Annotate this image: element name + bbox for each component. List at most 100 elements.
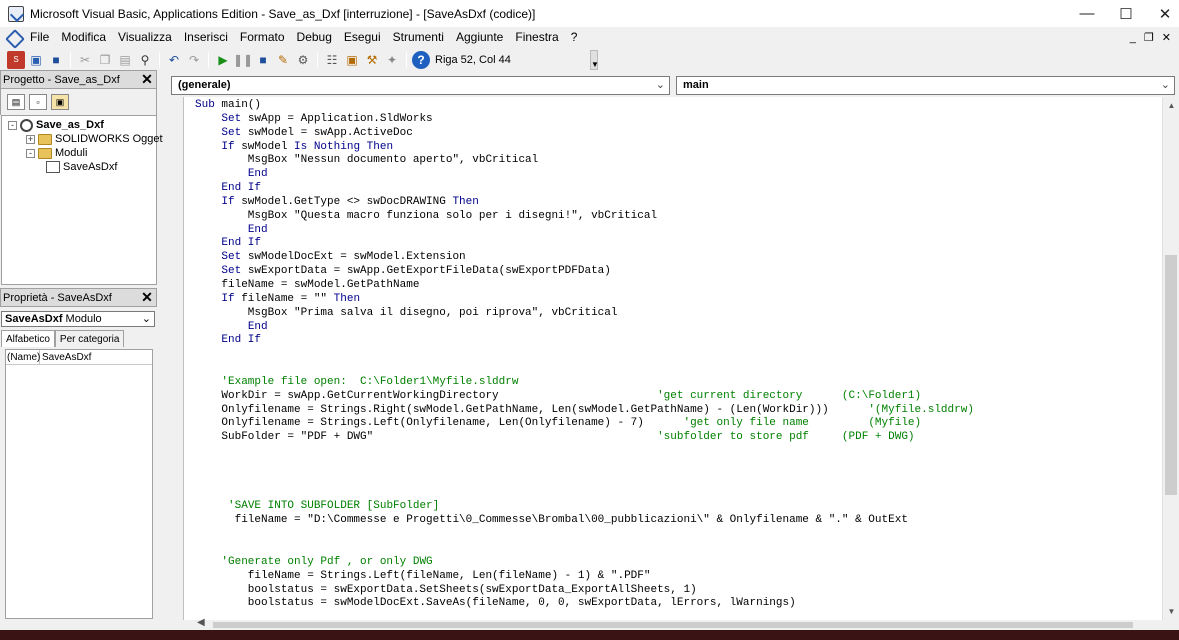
properties-window-icon[interactable]: ☷ bbox=[323, 51, 341, 69]
code-line[interactable]: fileName = swModel.GetPathName bbox=[195, 279, 974, 293]
copy-icon[interactable]: ❐ bbox=[96, 51, 114, 69]
find-icon[interactable]: ⚲ bbox=[136, 51, 154, 69]
menu-help[interactable]: ? bbox=[565, 27, 584, 48]
menu-debug[interactable]: Debug bbox=[291, 27, 338, 48]
code-window-icon[interactable] bbox=[6, 30, 22, 46]
menu-aggiunte[interactable]: Aggiunte bbox=[450, 27, 509, 48]
collapse-icon[interactable]: - bbox=[26, 148, 35, 158]
code-line[interactable]: boolstatus = swModelDocExt.SaveAs(fileNa… bbox=[195, 597, 974, 611]
code-line[interactable]: WorkDir = swApp.GetCurrentWorkingDirecto… bbox=[195, 390, 974, 404]
code-line[interactable]: boolstatus = swExportData.SetSheets(swEx… bbox=[195, 584, 974, 598]
menu-file[interactable]: File bbox=[24, 27, 55, 48]
menu-visualizza[interactable]: Visualizza bbox=[112, 27, 178, 48]
code-line[interactable] bbox=[195, 445, 974, 459]
scroll-down-icon[interactable]: ▼ bbox=[1163, 603, 1179, 620]
solidworks-icon[interactable]: S bbox=[7, 51, 25, 69]
menu-esegui[interactable]: Esegui bbox=[338, 27, 387, 48]
code-line[interactable]: 'Generate only Pdf , or only DWG bbox=[195, 556, 974, 570]
code-line[interactable]: Set swExportData = swApp.GetExportFileDa… bbox=[195, 265, 974, 279]
view-code-icon[interactable]: ▤ bbox=[7, 94, 25, 110]
toggle-folders-icon[interactable]: ▣ bbox=[51, 94, 69, 110]
mdi-minimize-icon[interactable]: _ bbox=[1130, 32, 1136, 44]
property-value[interactable]: SaveAsDxf bbox=[40, 350, 91, 364]
close-icon[interactable]: ✕ bbox=[1142, 0, 1179, 27]
undo-icon[interactable]: ↶ bbox=[165, 51, 183, 69]
menu-formato[interactable]: Formato bbox=[234, 27, 291, 48]
tree-node-modules[interactable]: - Moduli bbox=[26, 146, 87, 160]
mdi-close-icon[interactable]: ✕ bbox=[1162, 31, 1171, 44]
vertical-scrollbar[interactable]: ▲ ▼ bbox=[1162, 97, 1179, 620]
code-line[interactable] bbox=[195, 348, 974, 362]
properties-object-select[interactable]: SaveAsDxf Modulo ⌄ bbox=[1, 311, 155, 327]
property-row[interactable]: (Name) SaveAsDxf bbox=[6, 350, 152, 365]
scroll-thumb[interactable] bbox=[213, 622, 1133, 628]
tree-node-module-saveasdxf[interactable]: SaveAsDxf bbox=[46, 160, 117, 174]
menu-inserisci[interactable]: Inserisci bbox=[178, 27, 234, 48]
code-line[interactable]: End If bbox=[195, 182, 974, 196]
save-icon[interactable]: ■ bbox=[47, 51, 65, 69]
tree-node-solidworks-objects[interactable]: + SOLIDWORKS Oggetti bbox=[26, 132, 168, 146]
toolbox-icon[interactable]: ⚒ bbox=[363, 51, 381, 69]
object-browser-icon[interactable]: ▣ bbox=[343, 51, 361, 69]
horizontal-scrollbar[interactable]: ◀ bbox=[183, 617, 1162, 630]
redo-icon[interactable]: ↷ bbox=[185, 51, 203, 69]
code-line[interactable] bbox=[195, 528, 974, 542]
code-line[interactable]: Set swModel = swApp.ActiveDoc bbox=[195, 127, 974, 141]
toolbar-overflow-icon[interactable]: ▼ bbox=[590, 50, 599, 70]
code-line[interactable]: Set swApp = Application.SldWorks bbox=[195, 113, 974, 127]
code-line[interactable] bbox=[195, 459, 974, 473]
code-line[interactable]: End bbox=[195, 224, 974, 238]
design-mode-icon[interactable]: ✎ bbox=[274, 51, 292, 69]
scroll-thumb[interactable] bbox=[1165, 255, 1177, 495]
control-toolbox-icon[interactable]: ✦ bbox=[383, 51, 401, 69]
code-line[interactable]: fileName = "D:\Commesse e Progetti\0_Com… bbox=[195, 514, 974, 528]
code-line[interactable]: MsgBox "Nessun documento aperto", vbCrit… bbox=[195, 154, 974, 168]
mdi-restore-icon[interactable]: ❐ bbox=[1144, 31, 1154, 44]
code-line[interactable]: End If bbox=[195, 334, 974, 348]
expand-icon[interactable]: + bbox=[26, 134, 35, 144]
code-editor[interactable]: Sub main() Set swApp = Application.SldWo… bbox=[183, 97, 1162, 620]
menu-finestra[interactable]: Finestra bbox=[509, 27, 564, 48]
code-line[interactable] bbox=[195, 542, 974, 556]
chevron-down-icon[interactable]: ⌄ bbox=[1161, 77, 1170, 94]
scroll-up-icon[interactable]: ▲ bbox=[1163, 97, 1179, 114]
code-line[interactable]: 'SAVE INTO SUBFOLDER [SubFolder] bbox=[195, 500, 974, 514]
project-explorer-icon[interactable]: ⚙ bbox=[294, 51, 312, 69]
chevron-down-icon[interactable]: ⌄ bbox=[142, 312, 151, 326]
scroll-left-icon[interactable]: ◀ bbox=[197, 617, 205, 628]
code-line[interactable]: Set swModelDocExt = swModel.Extension bbox=[195, 251, 974, 265]
tree-node-project[interactable]: - Save_as_Dxf bbox=[8, 118, 104, 132]
code-line[interactable]: Onlyfilename = Strings.Right(swModel.Get… bbox=[195, 404, 974, 418]
tab-per-categoria[interactable]: Per categoria bbox=[54, 330, 125, 347]
code-line[interactable]: 'Example file open: C:\Folder1\Myfile.sl… bbox=[195, 376, 974, 390]
code-line[interactable]: End bbox=[195, 321, 974, 335]
menu-modifica[interactable]: Modifica bbox=[55, 27, 112, 48]
break-icon[interactable]: ❚❚ bbox=[233, 51, 253, 69]
run-icon[interactable]: ▶ bbox=[214, 51, 232, 69]
collapse-icon[interactable]: - bbox=[8, 120, 17, 130]
procedure-combo[interactable]: main ⌄ bbox=[676, 76, 1175, 95]
code-line[interactable]: If fileName = "" Then bbox=[195, 293, 974, 307]
code-line[interactable] bbox=[195, 487, 974, 501]
close-icon[interactable]: ✕ bbox=[139, 290, 155, 306]
object-combo[interactable]: (generale) ⌄ bbox=[171, 76, 670, 95]
code-line[interactable]: If swModel.GetType <> swDocDRAWING Then bbox=[195, 196, 974, 210]
menu-strumenti[interactable]: Strumenti bbox=[387, 27, 450, 48]
code-line[interactable]: fileName = Strings.Left(fileName, Len(fi… bbox=[195, 570, 974, 584]
insert-form-icon[interactable]: ▣ bbox=[27, 51, 45, 69]
code-line[interactable]: If swModel Is Nothing Then bbox=[195, 141, 974, 155]
view-object-icon[interactable]: ▫ bbox=[29, 94, 47, 110]
code-line[interactable]: Sub main() bbox=[195, 99, 974, 113]
tab-alfabetico[interactable]: Alfabetico bbox=[1, 330, 55, 347]
cut-icon[interactable]: ✂ bbox=[76, 51, 94, 69]
code-line[interactable]: End bbox=[195, 168, 974, 182]
close-icon[interactable]: ✕ bbox=[139, 72, 155, 88]
paste-icon[interactable]: ▤ bbox=[116, 51, 134, 69]
code-line[interactable] bbox=[195, 473, 974, 487]
code-line[interactable]: Onlyfilename = Strings.Left(Onlyfilename… bbox=[195, 417, 974, 431]
chevron-down-icon[interactable]: ⌄ bbox=[656, 77, 665, 94]
code-line[interactable]: MsgBox "Questa macro funziona solo per i… bbox=[195, 210, 974, 224]
code-line[interactable] bbox=[195, 362, 974, 376]
code-line[interactable]: End If bbox=[195, 237, 974, 251]
reset-icon[interactable]: ■ bbox=[254, 51, 272, 69]
